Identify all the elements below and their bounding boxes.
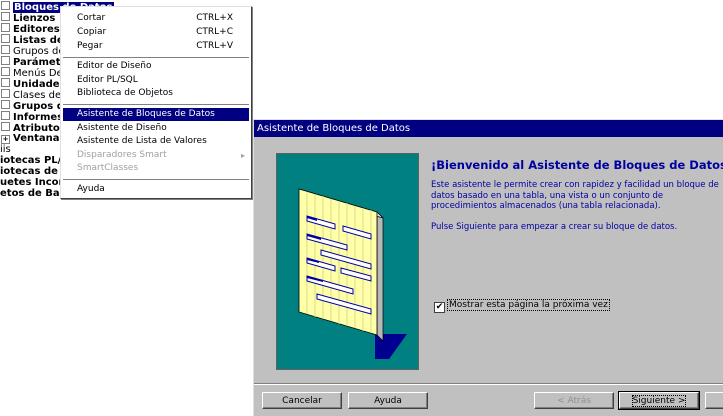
menu-item-shortcut: CTRL+C <box>196 27 233 37</box>
tree-node-lienzos[interactable]: Lienzos <box>0 12 55 24</box>
menu-item-disparadores-smart[interactable]: Disparadores Smart ▸ <box>63 149 249 162</box>
menu-item-editor-diseno[interactable]: Editor de Diseño <box>63 60 249 73</box>
next-button-label: Siguiente > <box>631 395 687 407</box>
menu-item-label: Disparadores Smart <box>77 150 167 160</box>
back-button[interactable]: < Atrás <box>534 392 614 409</box>
menu-item-editor-plsql[interactable]: Editor PL/SQL <box>63 74 249 87</box>
menu-item-label: Copiar <box>77 27 107 37</box>
help-button[interactable]: Ayuda <box>348 392 428 409</box>
menu-separator <box>63 104 249 106</box>
wizard-illustration-panel <box>276 153 419 370</box>
tree-node-informes[interactable]: Informes <box>0 111 63 123</box>
menu-item-label: Editor de Diseño <box>77 61 152 71</box>
expand-icon[interactable] <box>1 67 10 76</box>
menu-item-asistente-bloques[interactable]: Asistente de Bloques de Datos <box>63 108 249 121</box>
welcome-heading: ¡Bienvenido al Asistente de Bloques de D… <box>431 158 723 172</box>
expand-icon[interactable] <box>1 12 10 21</box>
expand-icon[interactable] <box>1 34 10 43</box>
welcome-description: Este asistente le permite crear con rapi… <box>431 180 719 211</box>
menu-item-shortcut: CTRL+X <box>196 13 233 23</box>
menu-item-label: Asistente de Bloques de Datos <box>77 109 215 119</box>
expand-icon[interactable] <box>1 45 10 54</box>
menu-item-asistente-lista-valores[interactable]: Asistente de Lista de Valores <box>63 135 249 148</box>
expand-icon[interactable] <box>1 111 10 120</box>
expand-icon[interactable] <box>1 23 10 32</box>
tree-node-grupos-1[interactable]: Grupos de <box>0 45 65 57</box>
tree-node-label: Ventanas <box>13 133 66 144</box>
form-document-icon <box>298 188 407 359</box>
dialog-title[interactable]: Asistente de Bloques de Datos <box>254 120 723 137</box>
menu-item-label: Editor PL/SQL <box>77 75 138 85</box>
expand-icon[interactable] <box>1 122 10 131</box>
menu-item-cortar[interactable]: Cortar CTRL+X <box>63 12 249 25</box>
menu-item-label: Asistente de Lista de Valores <box>77 136 207 146</box>
next-button[interactable]: Siguiente > <box>618 391 700 410</box>
tree-node-ventanas[interactable]: + Ventanas <box>0 133 65 144</box>
menu-item-label: SmartClasses <box>77 163 139 173</box>
menu-item-label: Asistente de Diseño <box>77 123 167 133</box>
menu-item-asistente-diseno[interactable]: Asistente de Diseño <box>63 122 249 135</box>
expand-plus-icon[interactable]: + <box>1 135 10 144</box>
menu-item-pegar[interactable]: Pegar CTRL+V <box>63 40 249 53</box>
tree-node-clases[interactable]: Clases de I <box>0 89 67 101</box>
menu-separator <box>63 179 249 181</box>
expand-icon[interactable] <box>1 100 10 109</box>
menu-item-copiar[interactable]: Copiar CTRL+C <box>63 26 249 39</box>
menu-item-ayuda[interactable]: Ayuda <box>63 183 249 196</box>
menu-item-biblioteca-objetos[interactable]: Biblioteca de Objetos <box>63 87 249 100</box>
menu-item-shortcut: CTRL+V <box>196 41 233 51</box>
cancel-button[interactable]: Cancelar <box>262 392 342 409</box>
data-block-wizard-dialog: Asistente de Bloques de Datos ¡Bienvenid… <box>253 119 723 416</box>
expand-icon[interactable] <box>1 1 10 10</box>
tree-node-label: iis <box>0 144 11 155</box>
show-page-checkbox[interactable]: ✔ <box>434 302 445 313</box>
expand-icon[interactable] <box>1 78 10 87</box>
next-instruction: Pulse Siguiente para empezar a crear su … <box>431 222 678 232</box>
expand-icon[interactable] <box>1 56 10 65</box>
context-menu: Cortar CTRL+X Copiar CTRL+C Pegar CTRL+V… <box>60 6 252 199</box>
tree-node-iis[interactable]: iis <box>0 144 11 155</box>
show-page-next-time-option[interactable]: ✔ Mostrar esta página la próxima vez <box>434 299 610 313</box>
tree-node-editores[interactable]: Editores <box>0 23 60 35</box>
menu-item-label: Pegar <box>77 41 103 51</box>
menu-item-label: Biblioteca de Objetos <box>77 88 173 98</box>
menu-item-label: Cortar <box>77 13 106 23</box>
menu-separator <box>63 57 249 59</box>
tree-node-menus[interactable]: Menús Des <box>0 67 68 79</box>
expand-icon[interactable] <box>1 89 10 98</box>
submenu-arrow-icon: ▸ <box>240 151 245 160</box>
finish-button-partial[interactable] <box>705 392 723 409</box>
menu-item-label: Ayuda <box>77 184 105 194</box>
checkbox-label: Mostrar esta página la próxima vez <box>447 299 610 311</box>
button-area-divider <box>254 383 723 385</box>
menu-item-smartclasses[interactable]: SmartClasses <box>63 162 249 175</box>
